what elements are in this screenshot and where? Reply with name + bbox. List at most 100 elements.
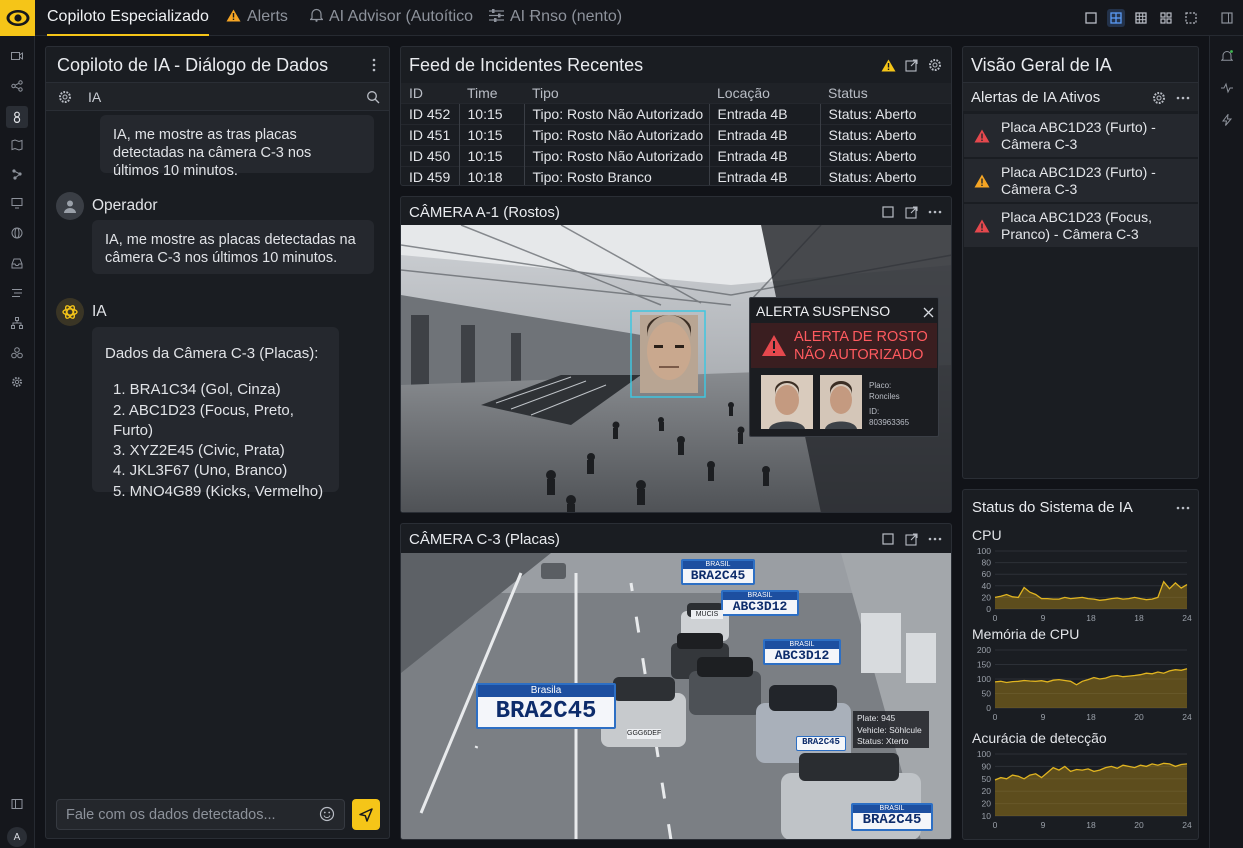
share-icon[interactable]	[9, 78, 25, 94]
y-tick-label: 50	[982, 689, 992, 699]
hierarchy-icon[interactable]	[9, 315, 25, 331]
send-icon	[359, 807, 373, 822]
incident-type: Tipo: Rosto Não Autorizado	[523, 144, 709, 166]
license-plate-tag-small[interactable]: BRA2C45	[796, 736, 846, 751]
x-tick-label: 9	[1041, 613, 1046, 623]
more-horizontal-icon[interactable]	[1175, 500, 1191, 516]
ai-alert-item[interactable]: Placa ABC1D23 (Focus, Pranco) - Câmera C…	[964, 204, 1198, 247]
column-header[interactable]: Tipo	[524, 83, 709, 103]
close-icon[interactable]	[920, 304, 936, 320]
license-plate-tag[interactable]: BRASIL BRA2C45	[681, 559, 755, 585]
more-vertical-icon[interactable]	[366, 57, 382, 73]
top-bar: Copiloto Especializado Alerts AI Advisor…	[0, 0, 1243, 36]
incident-status: Status: Aberto	[819, 102, 951, 124]
monitor-icon[interactable]	[9, 195, 25, 211]
tab-ai-advisor[interactable]: AI Advisor (Autoítico	[309, 0, 473, 36]
layout-grid-icon[interactable]	[1132, 9, 1150, 27]
globe-icon[interactable]	[9, 225, 25, 241]
tab-ai-ranso[interactable]: AI Ɍnso (nento)	[489, 0, 622, 36]
notification-bell-icon[interactable]	[1219, 48, 1235, 64]
meta-label: ID:	[869, 407, 880, 416]
tab-copiloto-especializado[interactable]: Copiloto Especializado	[47, 0, 209, 36]
plate-info: Plate: 945	[857, 713, 896, 723]
y-tick-label: 150	[977, 660, 991, 670]
message-text: IA, me mostre as placas detectadas na câ…	[105, 232, 356, 266]
layout-split-icon[interactable]	[1107, 9, 1125, 27]
matched-photo	[820, 375, 862, 429]
table-row[interactable]: ID 459 10:18 Tipo: Rosto Branco Entrada 4B S…	[401, 165, 951, 185]
table-row[interactable]: ID 450 10:15 Tipo: Rosto Não Autorizado Ent…	[401, 144, 951, 166]
table-row[interactable]: ID 451 10:15 Tipo: Rosto Não Autorizado Ent…	[401, 123, 951, 145]
status-info: Status: Xterto	[857, 736, 909, 746]
ai-alert-item[interactable]: Placa ABC1D23 (Furto) - Câmera C-3	[964, 159, 1198, 202]
right-rail	[1209, 36, 1243, 848]
app-logo-eye-icon[interactable]	[0, 0, 35, 36]
tab-alerts[interactable]: Alerts	[226, 0, 288, 36]
license-plate-tag[interactable]: BRASIL ABC3D12	[763, 639, 841, 665]
license-plate-tag[interactable]: BRASIL ABC3D12	[721, 590, 799, 616]
sliders-icon	[489, 0, 504, 34]
column-header[interactable]: ID	[401, 83, 459, 103]
search-icon[interactable]	[365, 89, 381, 105]
video-icon[interactable]	[9, 48, 25, 64]
settings-gear-icon[interactable]	[927, 57, 943, 73]
license-plate-tag-large[interactable]: Brasila BRA2C45	[476, 683, 616, 729]
fullscreen-icon[interactable]	[1182, 9, 1200, 27]
ai-gear-icon	[57, 89, 73, 105]
ai-alert-item[interactable]: Placa ABC1D23 (Furto) - Câmera C-3	[964, 114, 1198, 157]
activity-icon[interactable]	[1219, 80, 1235, 96]
maximize-icon[interactable]	[880, 204, 896, 220]
layout-single-icon[interactable]	[1082, 9, 1100, 27]
table-row[interactable]: ID 452 10:15 Tipo: Rosto Não Autorizado Ent…	[401, 102, 951, 124]
camera-a1-title: CÂMERA A-1 (Rostos)	[409, 204, 560, 221]
chat-filter-bar[interactable]: IA	[46, 82, 389, 111]
chat-input-field[interactable]: Fale com os dados detectados...	[56, 799, 345, 830]
suspended-alert-popup[interactable]: ALERTA SUSPENSO ALERTA DE ROSTO NÃO AUTO…	[749, 297, 939, 437]
message-text: IA, me mostre as tras placas detectadas …	[113, 127, 312, 179]
alert-headline-line: NÃO AUTORIZADO	[794, 347, 924, 363]
user-avatar[interactable]: A	[7, 827, 27, 847]
more-horizontal-icon[interactable]	[927, 204, 943, 220]
tab-label: Copiloto Especializado	[47, 8, 209, 25]
lightning-icon[interactable]	[1219, 112, 1235, 128]
panel-toggle-icon[interactable]	[1218, 9, 1236, 27]
cluster-icon[interactable]	[9, 345, 25, 361]
incident-time: 10:15	[458, 102, 524, 124]
x-tick-label: 24	[1182, 712, 1192, 722]
send-button[interactable]	[352, 799, 380, 830]
camera-c3-feed[interactable]: BRASIL BRA2C45 BRASIL ABC3D12 BRASIL ABC3D1…	[401, 553, 951, 839]
sidebar-collapse-icon[interactable]	[9, 796, 25, 812]
x-tick-label: 0	[993, 613, 998, 623]
license-plate-tag[interactable]: BRASIL BRA2C45	[851, 803, 933, 831]
alert-triangle-icon	[974, 128, 990, 144]
network-icon[interactable]	[9, 166, 25, 182]
external-link-icon[interactable]	[903, 531, 919, 547]
warning-icon	[880, 57, 896, 73]
inbox-icon[interactable]	[9, 255, 25, 271]
camera-a1-feed[interactable]: ALERTA SUSPENSO ALERTA DE ROSTO NÃO AUTO…	[401, 225, 951, 512]
maximize-icon[interactable]	[880, 531, 896, 547]
tab-label: Alerts	[247, 8, 288, 25]
x-tick-label: 24	[1182, 613, 1192, 623]
settings-gear-icon[interactable]	[1151, 90, 1167, 106]
message-sender-ai: IA	[92, 303, 107, 320]
camera-c3-panel: CÂMERA C-3 (Placas) BRASIL BRA2C45 BRASI…	[400, 523, 952, 840]
y-tick-label: 50	[982, 774, 992, 784]
column-header[interactable]: Status	[820, 83, 951, 103]
external-link-icon[interactable]	[903, 57, 919, 73]
column-header[interactable]: Time	[459, 83, 524, 103]
y-tick-label: 100	[977, 674, 991, 684]
emoji-icon[interactable]	[319, 806, 335, 822]
settings-gear-icon[interactable]	[9, 374, 25, 390]
more-horizontal-icon[interactable]	[1175, 90, 1191, 106]
person-icon[interactable]	[6, 106, 28, 128]
map-icon[interactable]	[9, 137, 25, 153]
filter-list-icon[interactable]	[9, 285, 25, 301]
column-header[interactable]: Locação	[709, 83, 820, 103]
external-link-icon[interactable]	[903, 204, 919, 220]
x-tick-label: 18	[1086, 820, 1096, 830]
more-horizontal-icon[interactable]	[927, 531, 943, 547]
alerts-subheader: Alertas de IA Ativos	[963, 82, 1198, 111]
layout-quad-icon[interactable]	[1157, 9, 1175, 27]
x-tick-label: 20	[1134, 820, 1144, 830]
